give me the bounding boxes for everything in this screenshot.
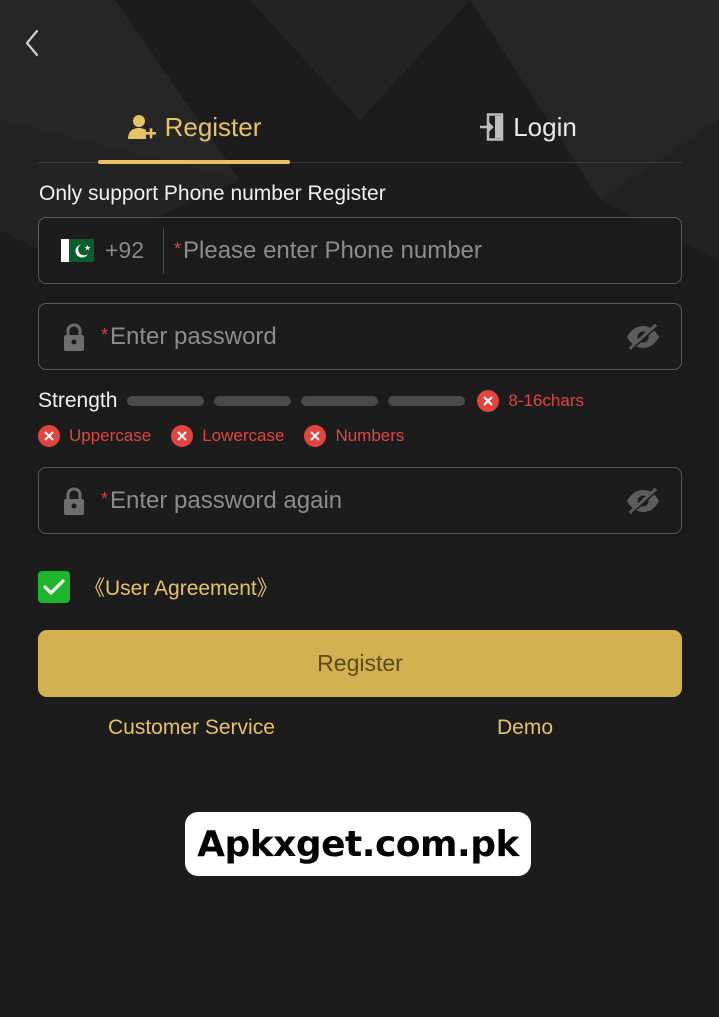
error-x-icon: [304, 425, 327, 447]
agreement-row: 《User Agreement》: [38, 571, 278, 603]
user-agreement-link[interactable]: 《User Agreement》: [84, 572, 278, 602]
tab-login[interactable]: Login: [458, 92, 598, 162]
chevron-left-icon: [25, 29, 39, 57]
rule-length-label: 8-16chars: [508, 391, 584, 410]
rule-lowercase-label: Lowercase: [202, 426, 285, 445]
lock-icon: [61, 322, 87, 352]
customer-service-link[interactable]: Customer Service: [108, 716, 275, 740]
strength-bar: [127, 396, 205, 406]
strength-label: Strength: [38, 389, 118, 412]
checkmark-icon: [43, 579, 65, 595]
phone-field[interactable]: +92 * Please enter Phone number: [38, 217, 682, 284]
rule-uppercase: Uppercase: [38, 425, 151, 447]
confirm-password-input[interactable]: Enter password again: [110, 487, 625, 515]
demo-link[interactable]: Demo: [497, 716, 553, 740]
tab-login-label: Login: [513, 111, 577, 142]
tab-register-label: Register: [164, 111, 262, 142]
agreement-checkbox[interactable]: [38, 571, 70, 603]
strength-bar: [388, 396, 466, 406]
user-add-icon: [127, 115, 156, 139]
password-field[interactable]: * Enter password: [38, 303, 682, 370]
confirm-password-field[interactable]: * Enter password again: [38, 467, 682, 534]
watermark-logo: Apkxget.com.pk: [185, 812, 531, 876]
lock-icon: [61, 486, 87, 516]
rule-numbers: Numbers: [304, 425, 404, 447]
country-code[interactable]: +92: [105, 237, 163, 264]
error-x-icon: [477, 390, 500, 412]
error-x-icon: [38, 425, 60, 447]
register-button[interactable]: Register: [38, 630, 682, 697]
eye-off-icon[interactable]: [625, 486, 661, 516]
rule-lowercase: Lowercase: [171, 425, 284, 447]
pakistan-flag-icon: [61, 239, 94, 262]
password-strength: Strength 8-16chars: [38, 386, 682, 416]
rule-numbers-label: Numbers: [335, 426, 405, 445]
strength-bar: [301, 396, 379, 406]
login-door-icon: [480, 113, 504, 141]
phone-input[interactable]: Please enter Phone number: [183, 237, 681, 265]
strength-bar: [214, 396, 292, 406]
password-rules: Uppercase Lowercase Numbers: [38, 422, 404, 450]
register-notice: Only support Phone number Register: [39, 182, 386, 205]
error-x-icon: [171, 425, 194, 447]
eye-off-icon[interactable]: [625, 322, 661, 352]
password-input[interactable]: Enter password: [110, 323, 625, 351]
tab-register[interactable]: Register: [98, 92, 290, 164]
field-divider: [163, 227, 164, 274]
back-button[interactable]: [16, 26, 48, 60]
auth-tabs: Register Login: [38, 92, 682, 164]
required-mark: *: [101, 489, 109, 509]
rule-uppercase-label: Uppercase: [69, 426, 152, 445]
required-mark: *: [174, 239, 182, 259]
required-mark: *: [101, 325, 109, 345]
rule-length: 8-16chars: [477, 390, 584, 412]
